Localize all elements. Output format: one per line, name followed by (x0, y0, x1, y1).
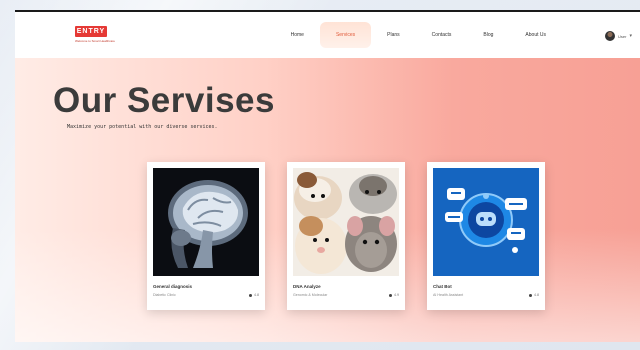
page-subtitle: Maximize your potential with our diverse… (67, 124, 218, 130)
chatbot-image (433, 168, 539, 276)
nav-item-home[interactable]: Home (275, 12, 320, 58)
avatar (605, 31, 616, 41)
user-name: User (618, 33, 627, 39)
card-subtitle: Genomic & Molecular (293, 293, 328, 297)
card-meta: 4.8 (249, 293, 259, 297)
browser-frame: ENTRY Welcome to Smart Healthcare Home S… (15, 10, 640, 342)
user-menu[interactable]: User ▾ (605, 29, 632, 43)
rating-dot-icon (249, 293, 252, 297)
card-rating: 4.8 (254, 293, 259, 297)
top-navigation-bar: ENTRY Welcome to Smart Healthcare Home S… (15, 12, 640, 58)
main-nav: Home Services Plans Contacts Blog About … (275, 12, 562, 58)
nav-item-services[interactable]: Services (319, 22, 372, 48)
card-meta: 4.8 (529, 293, 539, 297)
rating-dot-icon (529, 293, 532, 297)
rating-dot-icon (389, 293, 392, 297)
service-card-chatbot[interactable]: Chat Bot AI Health Assistant 4.8 (427, 162, 545, 310)
nav-item-plans[interactable]: Plans (371, 12, 416, 58)
nav-item-about[interactable]: About Us (509, 12, 562, 58)
card-rating: 4.8 (534, 293, 539, 297)
logo-tagline: Welcome to Smart Healthcare (75, 39, 115, 43)
card-rating: 4.9 (394, 293, 399, 297)
brand-logo[interactable]: ENTRY Welcome to Smart Healthcare (75, 26, 115, 48)
mri-brain-image (153, 168, 259, 276)
hero-section: Our Servises Maximize your potential wit… (15, 58, 640, 342)
card-subtitle: AI Health Assistant (433, 293, 464, 297)
logo-mark: ENTRY (75, 26, 107, 37)
chevron-down-icon: ▾ (629, 33, 632, 39)
rodents-image (293, 168, 399, 276)
card-meta: 4.9 (389, 293, 399, 297)
page-title: Our Servises (53, 81, 275, 120)
nav-item-contacts[interactable]: Contacts (416, 12, 468, 58)
card-title: DNA Analyze (293, 284, 321, 289)
service-card-dna[interactable]: DNA Analyze Genomic & Molecular 4.9 (287, 162, 405, 310)
service-card-diagnosis[interactable]: General diagnosis Diabetic Clinic 4.8 (147, 162, 265, 310)
card-title: Chat Bot (433, 284, 452, 289)
card-title: General diagnosis (153, 284, 193, 289)
card-subtitle: Diabetic Clinic (153, 293, 176, 297)
nav-item-blog[interactable]: Blog (467, 12, 509, 58)
service-cards: General diagnosis Diabetic Clinic 4.8 DN… (147, 162, 545, 310)
